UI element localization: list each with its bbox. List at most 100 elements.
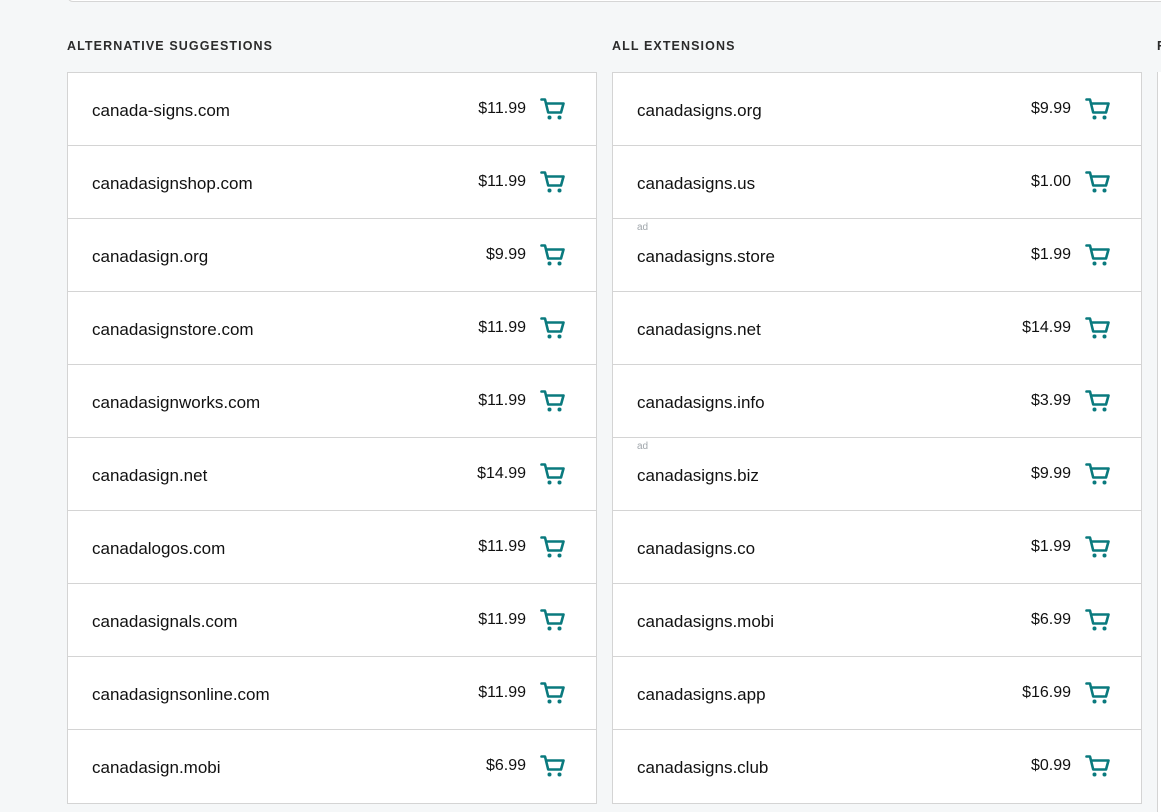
- cart-icon: [1085, 535, 1111, 559]
- domain-name[interactable]: canadasigns.info: [637, 393, 765, 413]
- add-to-cart-button[interactable]: [540, 462, 566, 486]
- domain-name[interactable]: canadasignsonline.com: [92, 685, 270, 705]
- domain-price: $1.99: [1030, 246, 1071, 263]
- domain-row[interactable]: canadasign.org $9.99: [68, 219, 596, 292]
- domain-row[interactable]: canadasigns.net $14.99: [613, 292, 1141, 365]
- domain-row[interactable]: canadasigns.co $1.99: [613, 511, 1141, 584]
- cart-icon: [540, 681, 566, 705]
- domain-row[interactable]: canadasignworks.com $11.99: [68, 365, 596, 438]
- domain-row[interactable]: canada-signs.com $11.99: [68, 73, 596, 146]
- add-to-cart-button[interactable]: [540, 97, 566, 121]
- domain-name[interactable]: canadasigns.mobi: [637, 612, 774, 632]
- domain-name[interactable]: canadasigns.co: [637, 539, 755, 559]
- add-to-cart-button[interactable]: [1085, 243, 1111, 267]
- add-to-cart-button[interactable]: [1085, 535, 1111, 559]
- domain-row[interactable]: canadasigns.club $0.99: [613, 730, 1141, 803]
- cart-icon: [540, 243, 566, 267]
- domain-row[interactable]: canadasigns.info $3.99: [613, 365, 1141, 438]
- domain-row[interactable]: canadasignsonline.com $11.99: [68, 657, 596, 730]
- cart-icon: [540, 462, 566, 486]
- add-to-cart-button[interactable]: [540, 608, 566, 632]
- cart-icon: [1085, 316, 1111, 340]
- domain-price: $9.99: [485, 246, 526, 263]
- add-to-cart-button[interactable]: [540, 535, 566, 559]
- domain-row[interactable]: canadasignshop.com $11.99: [68, 146, 596, 219]
- domain-list: canada-signs.com $11.99 canadasignshop.com…: [67, 72, 597, 804]
- add-to-cart-button[interactable]: [540, 243, 566, 267]
- domain-name[interactable]: canadasign.org: [92, 247, 208, 267]
- cart-icon: [540, 535, 566, 559]
- add-to-cart-button[interactable]: [1085, 389, 1111, 413]
- add-to-cart-button[interactable]: [1085, 608, 1111, 632]
- domain-name[interactable]: canadasigns.app: [637, 685, 766, 705]
- cart-icon: [1085, 681, 1111, 705]
- domain-row[interactable]: canadasigns.mobi $6.99: [613, 584, 1141, 657]
- add-to-cart-button[interactable]: [1085, 754, 1111, 778]
- domain-name[interactable]: canadasign.mobi: [92, 758, 221, 778]
- domain-row[interactable]: canadasignals.com $11.99: [68, 584, 596, 657]
- domain-price: $3.99: [1030, 392, 1071, 409]
- domain-row[interactable]: canadasigns.us $1.00: [613, 146, 1141, 219]
- domain-price: $14.99: [477, 465, 526, 482]
- domain-name[interactable]: canada-signs.com: [92, 101, 230, 121]
- domain-price: $11.99: [478, 392, 526, 409]
- search-results-panel-top: [67, 0, 1161, 2]
- domain-name[interactable]: canadasigns.net: [637, 320, 761, 340]
- cart-icon: [540, 97, 566, 121]
- add-to-cart-button[interactable]: [1085, 170, 1111, 194]
- domain-row[interactable]: canadasigns.app $16.99: [613, 657, 1141, 730]
- cart-icon: [1085, 243, 1111, 267]
- add-to-cart-button[interactable]: [1085, 316, 1111, 340]
- section-title-alternative-suggestions: ALTERNATIVE SUGGESTIONS: [67, 39, 274, 53]
- domain-price: $11.99: [478, 173, 526, 190]
- cart-icon: [1085, 462, 1111, 486]
- domain-row[interactable]: canadasigns.org $9.99: [613, 73, 1141, 146]
- domain-row[interactable]: canadasignstore.com $11.99: [68, 292, 596, 365]
- domain-name[interactable]: canadalogos.com: [92, 539, 225, 559]
- add-to-cart-button[interactable]: [1085, 97, 1111, 121]
- cart-icon: [1085, 608, 1111, 632]
- third-column-partial: F: [1157, 0, 1161, 812]
- domain-name[interactable]: canadasignals.com: [92, 612, 238, 632]
- domain-name[interactable]: canadasigns.biz: [637, 466, 759, 486]
- add-to-cart-button[interactable]: [540, 170, 566, 194]
- cart-icon: [1085, 389, 1111, 413]
- add-to-cart-button[interactable]: [540, 681, 566, 705]
- domain-price: $6.99: [1030, 611, 1071, 628]
- cart-icon: [540, 316, 566, 340]
- domain-name[interactable]: canadasigns.store: [637, 247, 775, 267]
- cart-icon: [1085, 170, 1111, 194]
- cart-icon: [540, 608, 566, 632]
- domain-name[interactable]: canadasigns.club: [637, 758, 768, 778]
- domain-name[interactable]: canadasignshop.com: [92, 174, 253, 194]
- ad-label: ad: [637, 441, 649, 452]
- domain-name[interactable]: canadasignworks.com: [92, 393, 260, 413]
- domain-row[interactable]: ad canadasigns.store $1.99: [613, 219, 1141, 292]
- domain-name[interactable]: canadasigns.org: [637, 101, 762, 121]
- add-to-cart-button[interactable]: [540, 754, 566, 778]
- add-to-cart-button[interactable]: [1085, 462, 1111, 486]
- add-to-cart-button[interactable]: [1085, 681, 1111, 705]
- domain-list-partial: [1157, 72, 1161, 812]
- domain-name[interactable]: canadasigns.us: [637, 174, 755, 194]
- domain-price: $11.99: [478, 611, 526, 628]
- domain-price: $6.99: [485, 757, 526, 774]
- domain-price: $11.99: [478, 684, 526, 701]
- domain-row[interactable]: canadalogos.com $11.99: [68, 511, 596, 584]
- domain-list: canadasigns.org $9.99 canadasigns.us $1.00 a…: [612, 72, 1142, 804]
- add-to-cart-button[interactable]: [540, 316, 566, 340]
- domain-name[interactable]: canadasignstore.com: [92, 320, 254, 340]
- add-to-cart-button[interactable]: [540, 389, 566, 413]
- domain-price: $11.99: [478, 100, 526, 117]
- domain-name[interactable]: canadasign.net: [92, 466, 207, 486]
- domain-row[interactable]: canadasign.net $14.99: [68, 438, 596, 511]
- cart-icon: [540, 170, 566, 194]
- domain-price: $9.99: [1030, 100, 1071, 117]
- domain-row[interactable]: canadasign.mobi $6.99: [68, 730, 596, 803]
- ad-label: ad: [637, 222, 649, 233]
- cart-icon: [540, 389, 566, 413]
- section-title-all-extensions: ALL EXTENSIONS: [612, 39, 736, 53]
- domain-price: $1.00: [1030, 173, 1071, 190]
- domain-row[interactable]: ad canadasigns.biz $9.99: [613, 438, 1141, 511]
- domain-price: $0.99: [1030, 757, 1071, 774]
